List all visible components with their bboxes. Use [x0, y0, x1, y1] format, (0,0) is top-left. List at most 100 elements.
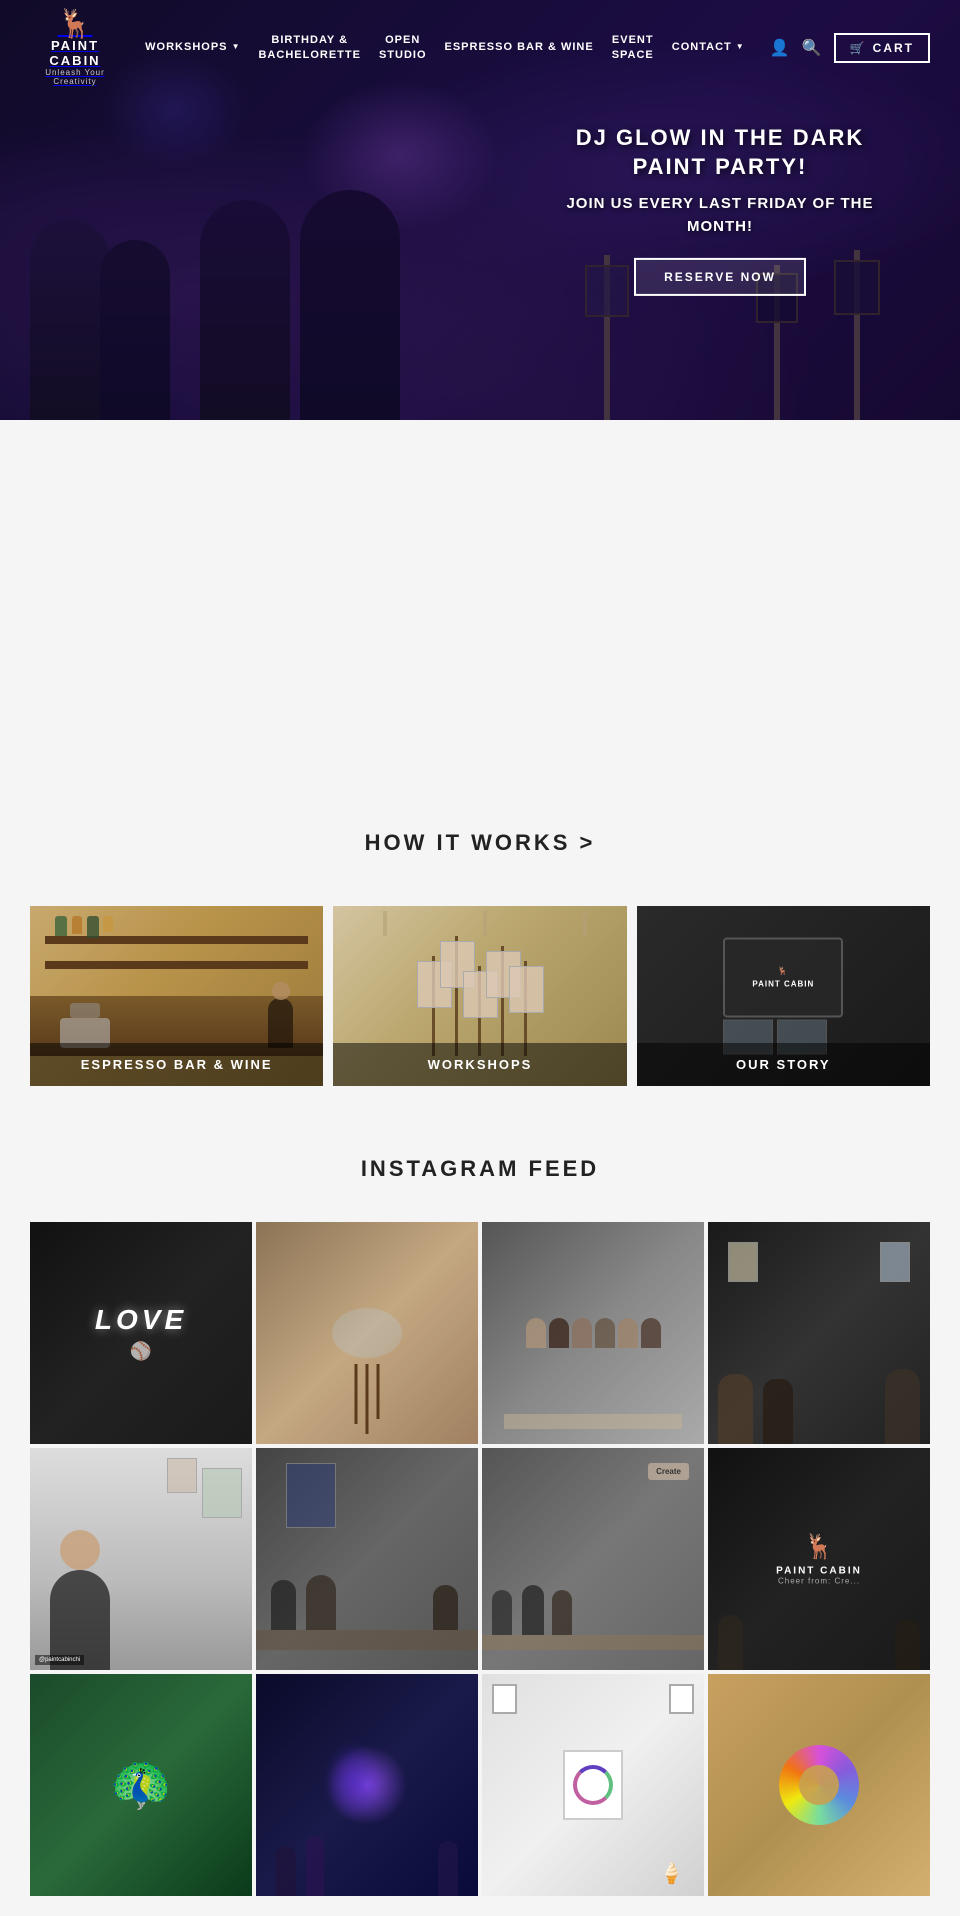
brand-name: PAINT CABIN	[776, 1566, 862, 1577]
storefront: 🦌 PAINT CABIN	[723, 938, 843, 1055]
person-1	[526, 1318, 546, 1348]
class-canvas	[286, 1463, 336, 1528]
nav-link-espresso[interactable]: ESPRESSO BAR & WINE	[445, 40, 594, 54]
student-1	[271, 1580, 296, 1630]
nav-item-workshops[interactable]: WORKSHOPS ▼	[145, 40, 240, 54]
person-6	[641, 1318, 661, 1348]
hero-title: DJ GLOW IN THE DARK PAINT PARTY!	[560, 124, 880, 181]
insta-photo-woman[interactable]: @paintcabinchi	[30, 1448, 252, 1670]
search-icon[interactable]: 🔍	[802, 38, 822, 58]
storefront-display: 🦌 PAINT CABIN	[723, 938, 843, 1018]
table	[504, 1414, 682, 1429]
nav-item-contact[interactable]: CONTACT ▼	[672, 40, 745, 54]
insta-photo-class1[interactable]	[256, 1448, 478, 1670]
insta-photo-colorful[interactable]	[708, 1674, 930, 1896]
workshops-card-label: WORKSHOPS	[333, 1043, 626, 1086]
brand-antler-icon: 🦌	[776, 1533, 862, 1562]
insta-colorful-bg	[708, 1674, 930, 1896]
insta-class2-bg: Create	[482, 1448, 704, 1670]
logo-image: 🦌 PAINT CABIN Unleash Your Creativity	[30, 15, 120, 80]
class2-person-3	[552, 1590, 572, 1635]
logo-name: PAINT CABIN	[30, 38, 120, 68]
insta-photo-brand[interactable]: 🦌 PAINT CABIN Cheer from: Cre...	[708, 1448, 930, 1670]
brand-person-2	[895, 1620, 920, 1670]
baseball-art: ⚾	[95, 1341, 187, 1362]
instagram-title: INSTAGRAM FEED	[0, 1156, 960, 1182]
feature-card-our-story[interactable]: 🦌 PAINT CABIN OUR STORY	[637, 906, 930, 1086]
hero-subtitle: JOIN US EVERY LAST FRIDAY OF THE MONTH!	[560, 193, 880, 238]
navbar: 🦌 PAINT CABIN Unleash Your Creativity WO…	[0, 0, 960, 95]
instagram-section: INSTAGRAM FEED LOVE ⚾	[0, 1126, 960, 1916]
class2-person-2	[522, 1585, 544, 1635]
student-3	[433, 1585, 458, 1630]
our-story-card-label: OUR STORY	[637, 1043, 930, 1086]
uv-light	[323, 1741, 383, 1821]
brand-cheer: Cheer from: Cre...	[776, 1577, 862, 1586]
insta-photo-art-frame[interactable]: 🍦	[482, 1674, 704, 1896]
class2-table	[482, 1635, 704, 1650]
mini-easel-4	[501, 946, 504, 1056]
art-frame-display	[563, 1750, 623, 1820]
group-scene	[482, 1222, 704, 1444]
insta-photo-class2[interactable]: Create	[482, 1448, 704, 1670]
nav-item-birthday[interactable]: BIRTHDAY &BACHELORETTE	[258, 33, 360, 62]
nav-links: WORKSHOPS ▼ BIRTHDAY &BACHELORETTE OPENS…	[145, 33, 745, 62]
insta-photo-peacock[interactable]: 🦚	[30, 1674, 252, 1896]
insta-group-bg	[482, 1222, 704, 1444]
chevron-down-icon: ▼	[736, 42, 745, 51]
instagram-grid: LOVE ⚾	[0, 1212, 960, 1906]
instagram-watermark: @paintcabinchi	[35, 1655, 84, 1665]
person-silhouette-c	[885, 1369, 920, 1444]
cart-button[interactable]: 🛒 CART	[834, 33, 930, 63]
espresso-card-label: ESPRESSO BAR & WINE	[30, 1043, 323, 1086]
art-swirl	[573, 1765, 613, 1805]
nav-item-event-space[interactable]: EVENTSPACE	[612, 33, 654, 62]
logo-tagline: Unleash Your Creativity	[30, 68, 120, 86]
nav-link-contact[interactable]: CONTACT ▼	[672, 40, 745, 54]
person-5	[618, 1318, 638, 1348]
colorful-center	[799, 1765, 839, 1805]
mini-easel-2	[455, 936, 458, 1056]
nav-right: 👤 🔍 🛒 CART	[770, 33, 930, 63]
feature-card-workshops[interactable]: WORKSHOPS	[333, 906, 626, 1086]
painting-bg	[202, 1468, 242, 1518]
person-3	[572, 1318, 592, 1348]
woman-head	[60, 1530, 100, 1570]
ceiling-light-2	[483, 911, 487, 936]
insta-photo-workshop[interactable]	[256, 1222, 478, 1444]
nav-link-workshops[interactable]: WORKSHOPS ▼	[145, 40, 240, 54]
insta-photo-party[interactable]	[256, 1674, 478, 1896]
dancer-2	[306, 1836, 324, 1896]
nav-item-open-studio[interactable]: OPENSTUDIO	[379, 33, 427, 62]
nav-link-birthday[interactable]: BIRTHDAY &BACHELORETTE	[258, 33, 360, 62]
cart-icon: 🛒	[850, 41, 867, 55]
easel-stick	[355, 1364, 358, 1424]
peacock-emoji: 🦚	[110, 1756, 172, 1815]
peacock-artwork: 🦚	[110, 1756, 172, 1815]
person-silhouette-a	[718, 1374, 753, 1444]
how-it-works-title[interactable]: HOW IT WORKS >	[0, 830, 960, 856]
store-name: PAINT CABIN	[752, 980, 814, 989]
nav-link-event-space[interactable]: EVENTSPACE	[612, 33, 654, 62]
insta-love-bg: LOVE ⚾	[30, 1222, 252, 1444]
student-2	[306, 1575, 336, 1630]
nav-item-espresso[interactable]: ESPRESSO BAR & WINE	[445, 40, 594, 54]
insta-peacock-bg: 🦚	[30, 1674, 252, 1896]
mini-easel-1	[432, 956, 435, 1056]
workshop-scene	[355, 1364, 380, 1434]
insta-photo-people[interactable]	[708, 1222, 930, 1444]
love-text: LOVE	[95, 1304, 187, 1336]
canvas-a	[728, 1242, 758, 1282]
logo[interactable]: 🦌 PAINT CABIN Unleash Your Creativity	[30, 15, 120, 80]
nav-link-open-studio[interactable]: OPENSTUDIO	[379, 33, 427, 62]
cart-label: CART	[873, 41, 914, 55]
ice-cream-art: 🍦	[659, 1861, 684, 1886]
reserve-now-button[interactable]: RESERVE NOW	[634, 258, 806, 296]
easel-stick-2	[366, 1364, 369, 1434]
user-icon[interactable]: 👤	[770, 38, 790, 58]
class-table	[256, 1630, 478, 1650]
insta-photo-group[interactable]	[482, 1222, 704, 1444]
insta-photo-love[interactable]: LOVE ⚾	[30, 1222, 252, 1444]
insta-class1-bg	[256, 1448, 478, 1670]
feature-card-espresso[interactable]: ESPRESSO BAR & WINE	[30, 906, 323, 1086]
